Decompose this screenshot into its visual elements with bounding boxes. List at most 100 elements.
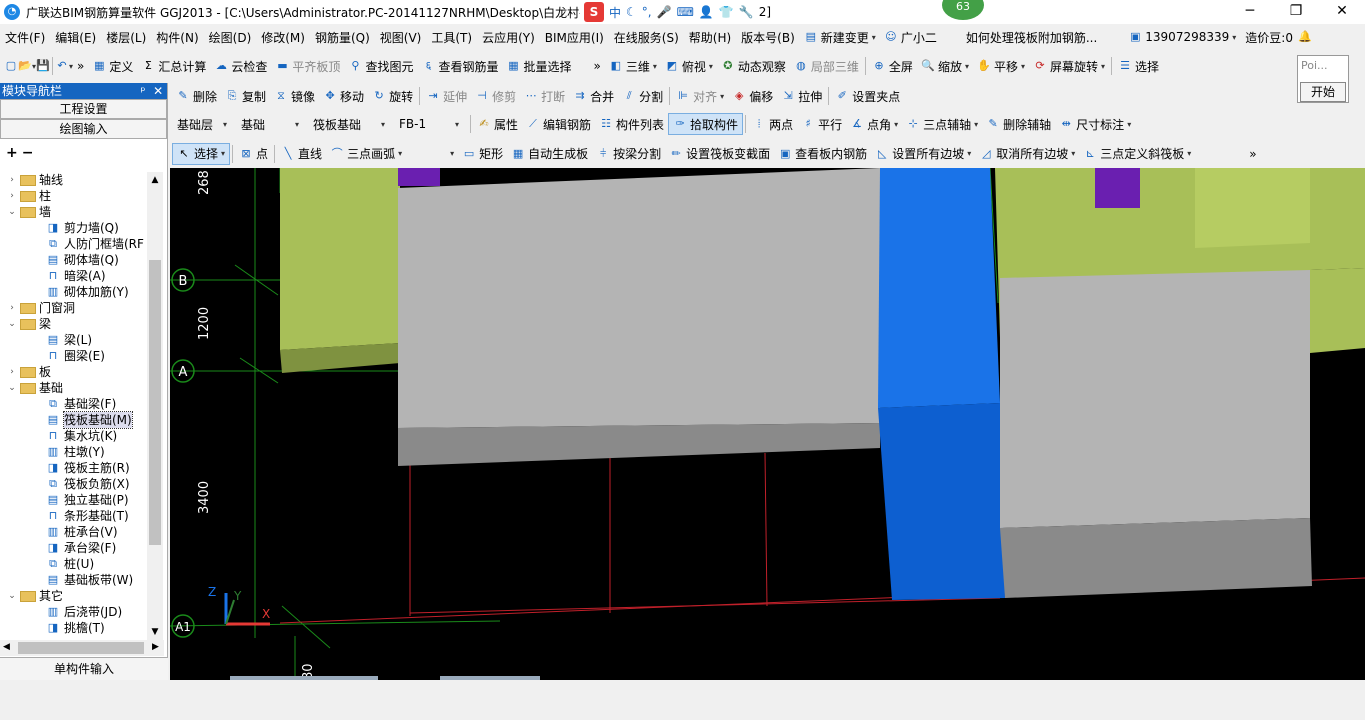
break-button[interactable]: ⋯ 打断	[520, 85, 569, 107]
rotate-button[interactable]: ↻ 旋转	[368, 85, 417, 107]
tree-item[interactable]: ▤ 筏板基础(M)	[0, 411, 148, 429]
tree-item[interactable]: ◨ 挑檐(T)	[0, 620, 148, 636]
expand-icon[interactable]: ›	[6, 300, 18, 316]
select-mode-button[interactable]: ☰ 选择	[1114, 55, 1163, 77]
tree-item[interactable]: ▥ 柱墩(Y)	[0, 444, 148, 460]
menu-help[interactable]: 帮助(H)	[684, 29, 736, 46]
tab-strip-1[interactable]	[230, 676, 378, 680]
tree-item[interactable]: ⧉ 桩(U)	[0, 556, 148, 572]
viewport-canvas[interactable]: B A A1 268 1200 3400 80 X Y Z	[170, 168, 1365, 680]
tree-folder[interactable]: ⌄ 墙	[0, 204, 148, 220]
menu-bim[interactable]: BIM应用(I)	[540, 29, 609, 46]
element-list-button[interactable]: ☷ 构件列表	[595, 113, 668, 135]
menu-view[interactable]: 视图(V)	[375, 29, 427, 46]
align-button[interactable]: ⊫ 对齐 ▾	[672, 85, 728, 107]
tree-item[interactable]: ⊓ 圈梁(E)	[0, 348, 148, 364]
trim-button[interactable]: ⊣ 修剪	[471, 85, 520, 107]
floor-select[interactable]: 基础层 ▾	[172, 114, 232, 134]
three-point-aux-button[interactable]: ⊹ 三点辅轴 ▾	[902, 113, 982, 135]
remove-icon[interactable]: −	[22, 145, 34, 161]
save-icon[interactable]: 💾	[36, 59, 50, 73]
mirror-button[interactable]: ⧖ 镜像	[270, 85, 319, 107]
collapse-icon[interactable]: ⌄	[6, 588, 18, 604]
define-button[interactable]: ▦ 定义	[88, 55, 137, 77]
ime-toolbar[interactable]: S 中 ☾ °, 🎤 ⌨ 👤 👕 🔧 2]	[580, 2, 776, 22]
properties-button[interactable]: ✍ 属性	[473, 113, 522, 135]
summary-calc-button[interactable]: Σ 汇总计算	[137, 55, 210, 77]
move-button[interactable]: ✥ 移动	[319, 85, 368, 107]
three-d-button[interactable]: ◧ 三维 ▾	[605, 55, 661, 77]
menu-cloud[interactable]: 云应用(Y)	[477, 29, 540, 46]
panel-close-button[interactable]: ✕	[153, 84, 163, 98]
set-grip-button[interactable]: ✐ 设置夹点	[831, 85, 904, 107]
new-change-button[interactable]: ▤ 新建变更 ▾	[800, 26, 880, 48]
tree-item[interactable]: ⧉ 筏板负筋(X)	[0, 476, 148, 492]
view-rebar-button[interactable]: ६ 查看钢筋量	[417, 55, 502, 77]
menu-component[interactable]: 构件(N)	[151, 29, 203, 46]
point-button[interactable]: ⊠ 点	[235, 143, 272, 165]
tree-item[interactable]: ▤ 梁(L)	[0, 332, 148, 348]
tree-folder[interactable]: › 板	[0, 364, 148, 380]
question-link[interactable]: 如何处理筏板附加钢筋...	[961, 29, 1102, 46]
tree-folder[interactable]: › 柱	[0, 188, 148, 204]
bell-icon[interactable]: 🔔	[1298, 30, 1312, 44]
partial-3d-button[interactable]: ◍ 局部三维	[790, 55, 863, 77]
scroll-right-icon[interactable]: ▶	[152, 642, 159, 652]
select-button[interactable]: ↖ 选择 ▾	[172, 142, 231, 165]
cloud-check-button[interactable]: ☁ 云检查	[210, 55, 271, 77]
undo-icon[interactable]: ↶	[55, 59, 69, 73]
tree-item[interactable]: ▤ 独立基础(P)	[0, 492, 148, 508]
menu-modify[interactable]: 修改(M)	[256, 29, 310, 46]
close-button[interactable]: ✕	[1319, 0, 1365, 24]
tree-folder[interactable]: ⌄ 梁	[0, 316, 148, 332]
moon-icon[interactable]: ☾	[626, 5, 637, 19]
set-section-button[interactable]: ✏ 设置筏板变截面	[665, 143, 774, 165]
stretch-button[interactable]: ⇲ 拉伸	[777, 85, 826, 107]
menu-tools[interactable]: 工具(T)	[426, 29, 477, 46]
scroll-thumb[interactable]	[149, 260, 161, 545]
dynamic-observe-button[interactable]: ✪ 动态观察	[717, 55, 790, 77]
wrench-icon[interactable]: 🔧	[739, 5, 754, 19]
tree-item[interactable]: ▥ 砌体加筋(Y)	[0, 284, 148, 300]
menu-online[interactable]: 在线服务(S)	[609, 29, 684, 46]
collapse-icon[interactable]: ⌄	[6, 380, 18, 396]
menu-draw[interactable]: 绘图(D)	[204, 29, 257, 46]
arc3-button[interactable]: ⌒ 三点画弧 ▾	[326, 143, 406, 165]
pin-icon[interactable]: ᵖ	[140, 84, 145, 98]
tree-item[interactable]: ⊓ 条形基础(T)	[0, 508, 148, 524]
keyboard-icon[interactable]: ⌨	[677, 5, 694, 19]
tab-strip-2[interactable]	[440, 676, 540, 680]
expand-icon[interactable]: ›	[6, 188, 18, 204]
cost-beans[interactable]: 造价豆:0	[1240, 29, 1298, 46]
split-button[interactable]: ⫽ 分割	[618, 85, 667, 107]
tree-hscroll[interactable]: ◀ ▶	[0, 640, 164, 656]
tree-item[interactable]: ⊓ 集水坑(K)	[0, 428, 148, 444]
pick-element-button[interactable]: ✑ 拾取构件	[668, 113, 744, 135]
maximize-button[interactable]: ❐	[1273, 0, 1319, 24]
scroll-left-icon[interactable]: ◀	[3, 642, 10, 652]
menu-floor[interactable]: 楼层(L)	[101, 29, 151, 46]
menu-version[interactable]: 版本号(B)	[736, 29, 800, 46]
notification-badge[interactable]: 63	[942, 0, 984, 20]
category-select[interactable]: 基础 ▾	[236, 114, 304, 134]
project-settings-button[interactable]: 工程设置	[0, 99, 167, 119]
tree-item[interactable]: ⧉ 人防门框墙(RF	[0, 236, 148, 252]
screen-rotate-button[interactable]: ⟳ 屏幕旋转 ▾	[1029, 55, 1109, 77]
tree-item[interactable]: ◨ 承台梁(F)	[0, 540, 148, 556]
scroll-down-icon[interactable]: ▼	[147, 624, 163, 640]
three-point-slope-button[interactable]: ⊾ 三点定义斜筏板 ▾	[1079, 143, 1195, 165]
tree-item[interactable]: ▤ 基础板带(W)	[0, 572, 148, 588]
mic-icon[interactable]: 🎤	[657, 5, 672, 19]
minimize-button[interactable]: ─	[1227, 0, 1273, 24]
expand-icon[interactable]: ›	[6, 172, 18, 188]
hscroll-thumb[interactable]	[18, 642, 144, 654]
split-by-beam-button[interactable]: ⫩ 按梁分割	[592, 143, 665, 165]
extend-button[interactable]: ⇥ 延伸	[422, 85, 471, 107]
dimension-button[interactable]: ⇹ 尺寸标注 ▾	[1055, 113, 1135, 135]
tree-item[interactable]: ⊓ 暗梁(A)	[0, 268, 148, 284]
edit-rebar-button[interactable]: ⟋ 编辑钢筋	[522, 113, 595, 135]
line-button[interactable]: ╲ 直线	[277, 143, 326, 165]
pan-button[interactable]: ✋ 平移 ▾	[973, 55, 1029, 77]
tree-item[interactable]: ▤ 砌体墙(Q)	[0, 252, 148, 268]
3d-viewport[interactable]: B A A1 268 1200 3400 80 X Y Z	[170, 168, 1365, 680]
